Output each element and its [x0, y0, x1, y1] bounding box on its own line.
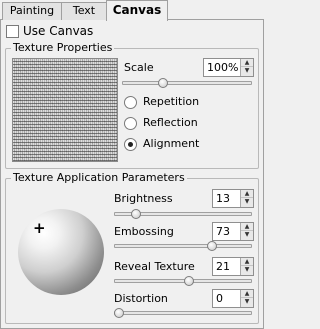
brightness-slider-thumb[interactable]: [130, 209, 141, 219]
scale-label: Scale: [124, 61, 154, 74]
embossing-value: 73: [216, 225, 230, 238]
scale-slider-thumb[interactable]: [158, 78, 168, 88]
scale-spin-arrows: ▲ ▼: [240, 59, 253, 76]
texture-properties-title: Texture Properties: [11, 41, 115, 54]
reflection-radio[interactable]: [124, 117, 137, 130]
distortion-value: 0: [216, 292, 223, 305]
embossing-slider[interactable]: [114, 244, 252, 248]
reveal-texture-label: Reveal Texture: [114, 260, 195, 273]
tab-painting[interactable]: Painting: [2, 2, 62, 20]
scale-slider[interactable]: [122, 81, 252, 85]
radio-selected-dot: [128, 142, 133, 147]
tab-canvas[interactable]: Canvas: [106, 0, 168, 21]
use-canvas-label: Use Canvas: [23, 24, 94, 38]
down-arrow-icon[interactable]: ▼: [241, 231, 253, 239]
down-arrow-icon[interactable]: ▼: [241, 198, 253, 206]
repetition-radio[interactable]: [124, 96, 137, 109]
up-arrow-icon[interactable]: ▲: [241, 223, 253, 231]
distortion-spin-arrows: ▲ ▼: [240, 290, 253, 307]
down-arrow-icon[interactable]: ▼: [241, 67, 253, 75]
up-arrow-icon[interactable]: ▲: [241, 290, 253, 298]
texture-application-title: Texture Application Parameters: [11, 171, 187, 184]
distortion-slider[interactable]: [114, 311, 252, 315]
reveal-texture-spinbox[interactable]: 21 ▲ ▼: [212, 257, 254, 276]
embossing-spin-arrows: ▲ ▼: [240, 223, 253, 240]
repetition-label: Repetition: [143, 95, 200, 108]
up-arrow-icon[interactable]: ▲: [241, 59, 253, 67]
alignment-radio[interactable]: [124, 138, 137, 151]
reveal-texture-slider[interactable]: [114, 279, 252, 283]
brightness-value: 13: [216, 192, 230, 205]
brightness-label: Brightness: [114, 192, 173, 205]
distortion-spinbox[interactable]: 0 ▲ ▼: [212, 289, 254, 308]
down-arrow-icon[interactable]: ▼: [241, 266, 253, 274]
brightness-spinbox[interactable]: 13 ▲ ▼: [212, 189, 254, 208]
tab-strip: Painting Text Canvas: [0, 0, 264, 21]
texture-preview[interactable]: [12, 58, 118, 162]
up-arrow-icon[interactable]: ▲: [241, 258, 253, 266]
use-canvas-checkbox[interactable]: [6, 25, 19, 38]
tab-text[interactable]: Text: [61, 2, 107, 20]
down-arrow-icon[interactable]: ▼: [241, 298, 253, 306]
scale-value: 100%: [207, 61, 239, 74]
scale-spinbox[interactable]: 100% ▲ ▼: [203, 58, 254, 77]
embossing-label: Embossing: [114, 225, 174, 238]
reveal-texture-spin-arrows: ▲ ▼: [240, 258, 253, 275]
brightness-spin-arrows: ▲ ▼: [240, 190, 253, 207]
alignment-label: Alignment: [143, 137, 200, 150]
up-arrow-icon[interactable]: ▲: [241, 190, 253, 198]
reflection-label: Reflection: [143, 116, 198, 129]
embossing-spinbox[interactable]: 73 ▲ ▼: [212, 222, 254, 241]
reveal-texture-value: 21: [216, 260, 230, 273]
distortion-slider-thumb[interactable]: [114, 308, 124, 318]
distortion-label: Distortion: [114, 292, 168, 305]
crosshair-icon[interactable]: +: [33, 221, 46, 236]
lighting-sphere-preview[interactable]: [18, 209, 104, 295]
